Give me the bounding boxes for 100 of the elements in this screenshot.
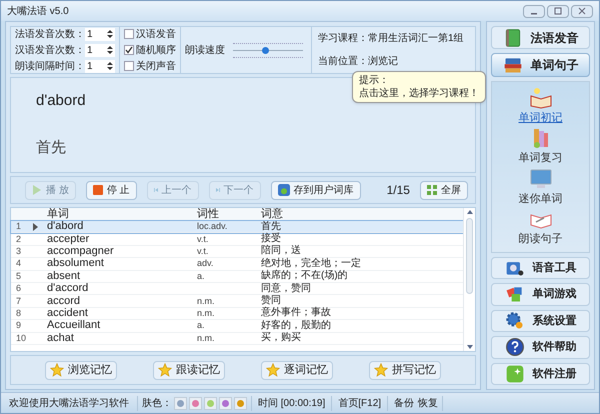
skin-label: 肤色： bbox=[142, 396, 172, 410]
grid-icon bbox=[426, 185, 437, 195]
row-number: 5 bbox=[15, 272, 22, 281]
restore-link[interactable]: 恢复 bbox=[414, 396, 444, 410]
table-row[interactable]: 3 accompagner v.t. 陪同，送 bbox=[11, 246, 463, 258]
slider-thumb[interactable] bbox=[262, 47, 268, 54]
submenu-link[interactable]: 单词复习 bbox=[518, 150, 562, 167]
close-icon[interactable] bbox=[571, 4, 593, 18]
table-row[interactable]: 8 accident n.m. 意外事件；事故 bbox=[11, 308, 463, 320]
table-row[interactable]: 5 absent a. 缺席的；不在(场)的 bbox=[11, 270, 463, 283]
position-text: 当前位置：浏览记 bbox=[318, 54, 398, 69]
column-header: 单词 bbox=[46, 208, 70, 220]
part-of-speech-cell: a. bbox=[197, 270, 205, 281]
row-number: 1 bbox=[15, 222, 22, 232]
timer-text: 时间 [00:00:19] bbox=[252, 396, 332, 410]
tooltip-text: 点击这里，选择学习课程！ bbox=[359, 87, 479, 100]
memory-mode-button[interactable]: 拼写记忆 bbox=[369, 360, 441, 380]
table-row[interactable]: 2 accepter v.t. 接受 bbox=[11, 233, 463, 246]
meaning-cell-text: 好客的，殷勤的 bbox=[260, 320, 332, 331]
sparkle-badge-icon bbox=[504, 364, 524, 384]
memory-mode-button[interactable]: 跟读记忆 bbox=[153, 360, 225, 380]
row-number: 6 bbox=[15, 284, 22, 294]
memory-mode-button[interactable]: 逐词记忆 bbox=[261, 360, 333, 380]
row-number: 7 bbox=[15, 296, 22, 306]
sidebar-button[interactable]: 系统设置 bbox=[491, 310, 590, 332]
meaning-cell-text: 意外事件；事故 bbox=[260, 308, 332, 318]
tooltip-title: 提示： bbox=[359, 74, 390, 87]
column-header: 词性 bbox=[196, 208, 220, 220]
star-icon bbox=[374, 363, 388, 377]
part-of-speech-cell: v.t. bbox=[197, 234, 208, 244]
sidebar-tab[interactable]: 法语发音 bbox=[491, 26, 590, 50]
memory-mode-button[interactable]: 浏览记忆 bbox=[45, 360, 117, 380]
speed-slider[interactable] bbox=[233, 40, 303, 60]
gear-icon bbox=[504, 310, 524, 331]
number-spinner[interactable]: 1 bbox=[85, 60, 115, 72]
part-of-speech-cell: adv. bbox=[197, 258, 214, 268]
previous-icon bbox=[154, 185, 158, 195]
star-icon bbox=[158, 363, 172, 377]
skin-swatch[interactable] bbox=[219, 396, 232, 410]
skin-swatch[interactable] bbox=[174, 396, 187, 410]
table-row[interactable]: 1 d'abord loc.adv. 首先 bbox=[11, 221, 463, 234]
meaning-cell-text: 赞同 bbox=[260, 296, 282, 306]
skin-swatch[interactable] bbox=[204, 396, 217, 410]
minimize-icon[interactable] bbox=[523, 4, 545, 18]
row-number: 8 bbox=[15, 308, 22, 318]
checkbox[interactable] bbox=[124, 29, 134, 39]
word-cell-text: accompagner bbox=[46, 246, 115, 257]
fullscreen-button[interactable]: 全屏 bbox=[420, 180, 468, 200]
maximize-icon[interactable] bbox=[547, 4, 569, 18]
star-icon bbox=[50, 363, 64, 377]
scrollbar-thumb[interactable] bbox=[466, 218, 473, 294]
word-cell-text: accident bbox=[46, 308, 89, 319]
meaning-cell-text: 接受 bbox=[260, 234, 282, 244]
table-row[interactable]: 4 absolument adv. 绝对地，完全地；一定 bbox=[11, 258, 463, 271]
next-icon bbox=[216, 185, 220, 195]
table-row[interactable]: 6 d'accord 同意，赞同 bbox=[11, 282, 463, 296]
number-spinner[interactable]: 1 bbox=[85, 44, 115, 56]
part-of-speech-cell: n.m. bbox=[197, 296, 215, 306]
row-number: 10 bbox=[15, 334, 28, 343]
backup-link[interactable]: 备份 bbox=[388, 396, 414, 410]
stop-button[interactable]: 停 止 bbox=[86, 180, 137, 200]
save-button[interactable]: 存到用户词库 bbox=[270, 180, 361, 200]
table-row[interactable]: 10 achat n.m. 买，购买 bbox=[11, 332, 463, 345]
checkbox[interactable] bbox=[124, 61, 134, 71]
home-link[interactable]: 首页[F12] bbox=[332, 396, 388, 410]
submenu-link[interactable]: 单词初记 bbox=[518, 110, 562, 126]
word-cell-text: Accueillant bbox=[46, 320, 102, 332]
part-of-speech-cell: a. bbox=[197, 320, 205, 330]
row-number: 4 bbox=[15, 259, 22, 268]
scroll-up-icon[interactable] bbox=[466, 210, 472, 214]
table-row[interactable]: 7 accord n.m. 赞同 bbox=[11, 295, 463, 308]
checkbox-label: 关闭声音 bbox=[136, 60, 176, 74]
word-counter: 1/15 bbox=[386, 182, 410, 199]
checkbox[interactable] bbox=[124, 45, 134, 55]
submenu-link[interactable]: 朗读句子 bbox=[518, 231, 562, 248]
window-title: 大嘴法语 v5.0 bbox=[7, 4, 69, 18]
scroll-down-icon[interactable] bbox=[466, 345, 472, 349]
checkbox-label: 汉语发音 bbox=[136, 28, 176, 42]
welcome-text: 欢迎使用大嘴法语学习软件 bbox=[1, 396, 138, 410]
sidebar-tab[interactable]: 单词句子 bbox=[491, 53, 590, 77]
row-number: 2 bbox=[15, 234, 22, 244]
course-link[interactable]: 学习课程：常用生活词汇一第1组 bbox=[318, 31, 464, 46]
part-of-speech-cell: n.m. bbox=[197, 308, 215, 318]
spinner-label: 朗读间隔时间： bbox=[15, 60, 85, 74]
meaning-cell-text: 绝对地，完全地；一定 bbox=[260, 258, 362, 269]
sidebar-button[interactable]: 语音工具 bbox=[491, 256, 590, 280]
skin-swatch[interactable] bbox=[234, 396, 247, 410]
row-pointer-icon bbox=[33, 222, 39, 231]
display-word: d'abord bbox=[36, 91, 86, 112]
sidebar-button[interactable]: 软件帮助 bbox=[491, 336, 590, 359]
submenu-link[interactable]: 迷你单词 bbox=[518, 190, 562, 208]
number-spinner[interactable]: 1 bbox=[85, 28, 115, 40]
table-row[interactable]: 9 Accueillant a. 好客的，殷勤的 bbox=[11, 320, 463, 333]
sidebar-button[interactable]: 软件注册 bbox=[491, 362, 590, 385]
skin-swatch[interactable] bbox=[189, 396, 202, 410]
row-number: 9 bbox=[15, 321, 22, 330]
stop-icon bbox=[92, 185, 103, 195]
word-cell-text: absolument bbox=[46, 258, 105, 270]
open-book-icon bbox=[528, 86, 552, 110]
sidebar-button[interactable]: 单词游戏 bbox=[491, 283, 590, 306]
